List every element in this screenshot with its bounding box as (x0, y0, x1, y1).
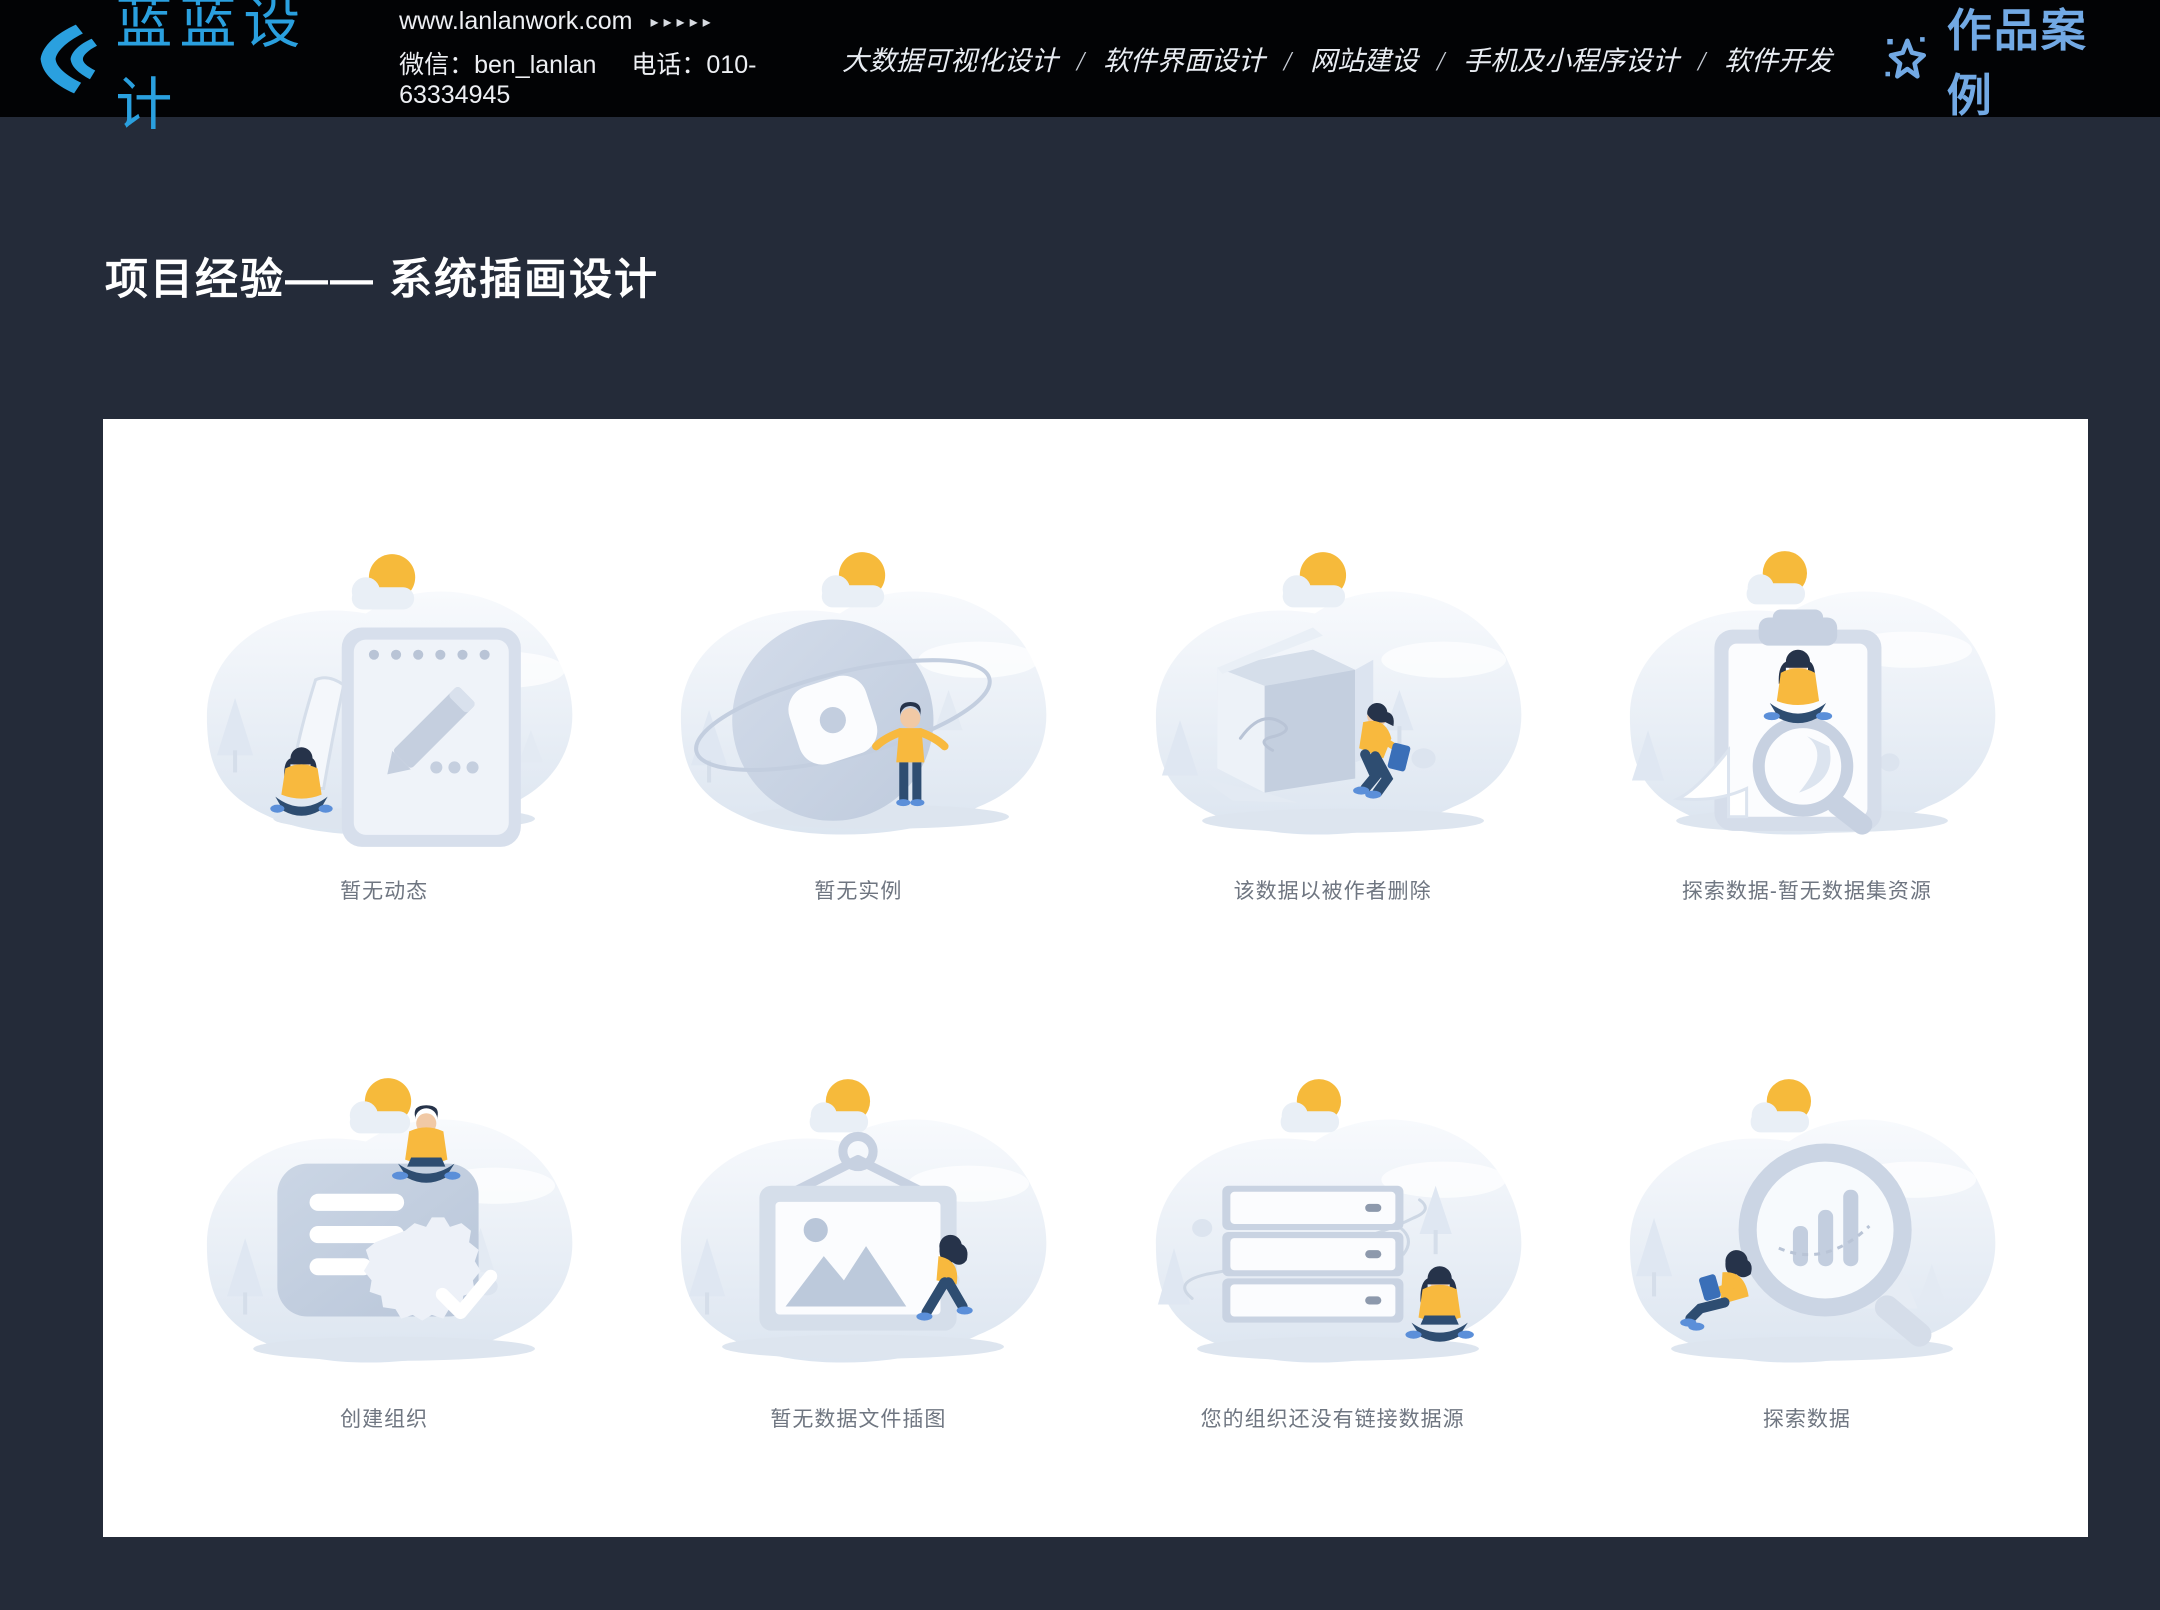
nav-item-bigdata-visualization[interactable]: 大数据可视化设计 (842, 46, 1058, 76)
illustration-cell: 探索数据 (1570, 1067, 2044, 1537)
nav-separator: / (1698, 46, 1706, 76)
nav-item-software-dev[interactable]: 软件开发 (1724, 46, 1832, 76)
nav-separator: / (1284, 46, 1292, 76)
sun-cloud-icon (352, 554, 415, 609)
wechat-label: 微信： (399, 51, 474, 79)
nav-item-mobile-miniapp[interactable]: 手机及小程序设计 (1463, 46, 1679, 76)
picture-frame-illustration (643, 1067, 1073, 1389)
main-content: 项目经验—— 系统插画设计 (0, 245, 2160, 1537)
illustration-caption: 暂无数据文件插图 (770, 1403, 946, 1433)
illustration-caption: 您的组织还没有链接数据源 (1201, 1403, 1465, 1433)
sun-cloud-icon (1747, 551, 1807, 604)
illustration-cell: 该数据以被作者删除 (1096, 539, 1570, 1009)
logo-icon (30, 19, 109, 99)
sun-cloud-icon (822, 552, 885, 607)
sun-cloud-icon (810, 1079, 870, 1132)
page-title: 项目经验—— 系统插画设计 (105, 245, 2160, 307)
illustration-cell: 创建组织 (147, 1067, 621, 1537)
open-box-illustration (1118, 539, 1548, 861)
illustration-caption: 探索数据 (1763, 1403, 1851, 1433)
nav-separator: / (1077, 46, 1085, 76)
nav-item-website[interactable]: 网站建设 (1310, 46, 1418, 76)
illustration-cell: 暂无数据文件插图 (621, 1067, 1095, 1537)
logo[interactable]: 蓝蓝设计 (30, 0, 357, 141)
nav-item-software-ui[interactable]: 软件界面设计 (1103, 46, 1265, 76)
compass-disc-illustration (643, 539, 1073, 861)
notepad-pencil-illustration (169, 539, 599, 861)
sun-cloud-icon (1282, 552, 1345, 607)
logo-text: 蓝蓝设计 (115, 0, 357, 141)
illustration-cell: 您的组织还没有链接数据源 (1096, 1067, 1570, 1537)
illustration-caption: 暂无实例 (814, 875, 902, 905)
sun-cloud-icon (1751, 1079, 1811, 1132)
portfolio-label: 作品案例 (1947, 0, 2124, 124)
illustration-cell: 探索数据-暂无数据集资源 (1570, 539, 2044, 1009)
site-header: 蓝蓝设计 www.lanlanwork.com ▸▸▸▸▸ 微信：ben_lan… (0, 0, 2160, 117)
page: 蓝蓝设计 www.lanlanwork.com ▸▸▸▸▸ 微信：ben_lan… (0, 0, 2160, 1610)
arrows-decoration: ▸▸▸▸▸ (650, 12, 715, 32)
sun-cloud-icon (1280, 1079, 1340, 1132)
server-stack-illustration (1118, 1067, 1548, 1389)
main-nav: 大数据可视化设计 / 软件界面设计 / 网站建设 / 手机及小程序设计 / 软件… (842, 39, 1832, 78)
nav-separator: / (1437, 46, 1445, 76)
illustration-card: 暂无动态 (103, 419, 2088, 1537)
list-card-check-illustration (169, 1067, 599, 1389)
clipboard-magnifier-illustration (1592, 539, 2022, 861)
sun-cloud-icon (350, 1078, 411, 1133)
illustration-caption: 探索数据-暂无数据集资源 (1682, 875, 1932, 905)
portfolio-link[interactable]: 作品案例 (1880, 0, 2124, 124)
illustration-caption: 暂无动态 (340, 875, 428, 905)
illustration-cell: 暂无动态 (147, 539, 621, 1009)
phone-label: 电话： (631, 51, 706, 79)
star-wand-icon (1880, 30, 1935, 88)
magnifier-chart-illustration (1592, 1067, 2022, 1389)
wechat-value: ben_lanlan (474, 51, 596, 79)
illustration-caption: 创建组织 (340, 1403, 428, 1433)
website-link[interactable]: www.lanlanwork.com (399, 7, 632, 36)
illustration-caption: 该数据以被作者删除 (1234, 875, 1432, 905)
contact-info: www.lanlanwork.com ▸▸▸▸▸ 微信：ben_lanlan 电… (399, 7, 842, 110)
illustration-cell: 暂无实例 (621, 539, 1095, 1009)
